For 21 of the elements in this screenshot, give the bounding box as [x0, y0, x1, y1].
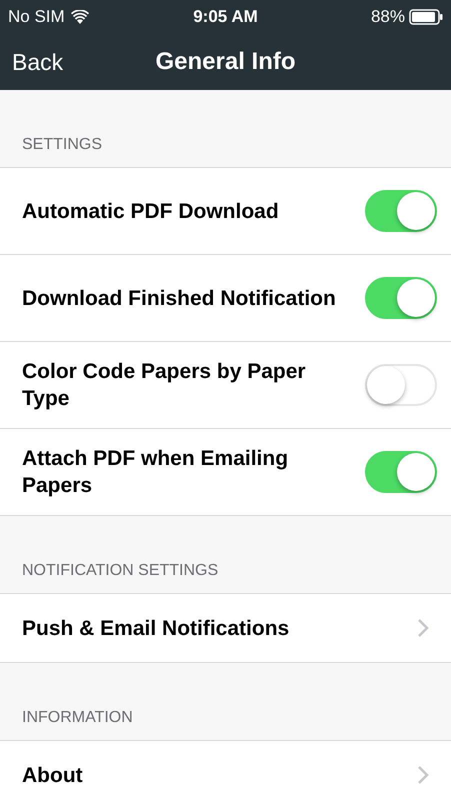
section-header: SETTINGS [22, 135, 102, 155]
back-button[interactable]: Back [12, 44, 64, 80]
wifi-icon [70, 10, 89, 24]
nav-title: General Info [155, 47, 296, 77]
toggle-switch[interactable] [365, 277, 437, 319]
toggle-switch[interactable] [365, 451, 437, 493]
row-label: Color Code Papers by Paper Type [22, 359, 307, 412]
section-header: NOTIFICATION SETTINGS [22, 561, 218, 581]
chevron-icon [417, 765, 429, 785]
section-header: INFORMATION [22, 708, 133, 728]
row-label: Push & Email Notifications [22, 616, 290, 642]
chevron-icon [417, 618, 429, 638]
row-label: Download Finished Notification [22, 286, 336, 312]
battery-icon [409, 9, 443, 25]
row-label: About [22, 762, 83, 788]
carrier-label: No SIM [8, 6, 65, 28]
row-label: Automatic PDF Download [22, 198, 279, 224]
row-label: Attach PDF when Emailing Papers [22, 446, 290, 499]
toggle-switch[interactable] [365, 190, 437, 232]
battery-label: 88% [370, 6, 405, 28]
status-time: 9:05 AM [193, 6, 258, 28]
